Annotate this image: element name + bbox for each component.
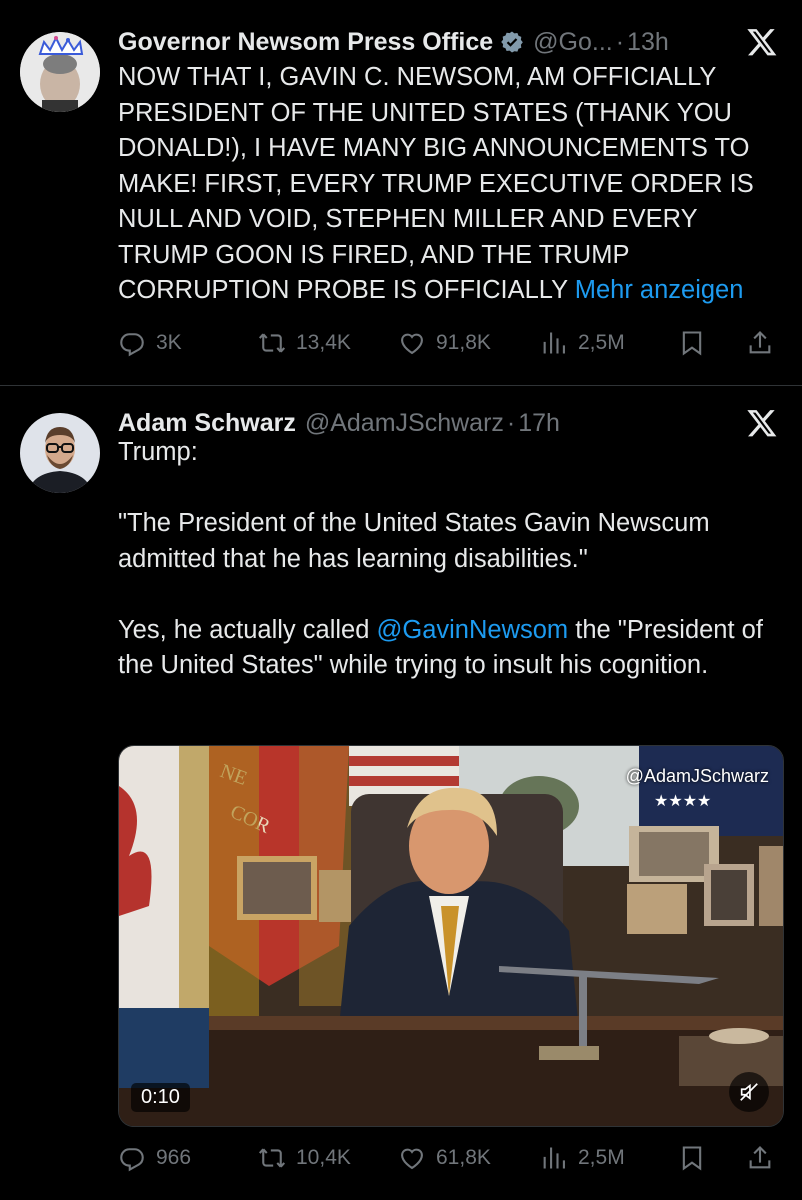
video-player[interactable]: NE COR ★★★★ xyxy=(118,745,784,1127)
reply-button[interactable]: 966 xyxy=(118,1141,191,1175)
retweet-icon xyxy=(258,333,286,353)
retweet-button[interactable]: 10,4K xyxy=(258,1141,351,1175)
mute-button[interactable] xyxy=(729,1072,769,1112)
views-icon xyxy=(543,332,565,354)
retweet-count: 10,4K xyxy=(296,1146,351,1169)
show-more-link[interactable]: Mehr anzeigen xyxy=(575,276,744,304)
tweet-adam-schwarz[interactable]: Adam Schwarz @AdamJSchwarz · 17h Trump: … xyxy=(0,387,802,1200)
avatar-adam-schwarz[interactable] xyxy=(20,413,100,493)
mute-icon xyxy=(740,1083,758,1101)
reply-button[interactable]: 3K xyxy=(118,326,182,360)
views-count: 2,5M xyxy=(578,331,625,354)
tweet-header: Governor Newsom Press Office @Go... · 13… xyxy=(118,22,778,62)
views-button[interactable]: 2,5M xyxy=(540,326,625,360)
retweet-icon xyxy=(258,1148,286,1168)
reply-icon xyxy=(120,333,144,357)
views-button[interactable]: 2,5M xyxy=(540,1141,625,1175)
like-count: 91,8K xyxy=(436,331,491,354)
reply-count: 966 xyxy=(156,1146,192,1169)
x-logo-icon xyxy=(746,26,778,58)
like-button[interactable]: 61,8K xyxy=(398,1141,491,1175)
video-watermark: @AdamJSchwarz xyxy=(625,766,769,786)
share-icon xyxy=(749,331,771,354)
author-name[interactable]: Governor Newsom Press Office xyxy=(118,28,493,57)
timestamp[interactable]: 13h xyxy=(627,28,669,57)
share-button[interactable] xyxy=(746,1141,774,1175)
tweet-text-part1: Trump: "The President of the United Stat… xyxy=(118,438,710,644)
share-button[interactable] xyxy=(746,326,774,360)
tweet-text-content: NOW THAT I, GAVIN C. NEWSOM, AM OFFICIAL… xyxy=(118,63,761,304)
action-bar: 966 10,4K 61,8K 2,5M xyxy=(118,1141,782,1175)
views-icon xyxy=(543,1147,565,1169)
retweet-button[interactable]: 13,4K xyxy=(258,326,351,360)
mention-link[interactable]: @GavinNewsom xyxy=(376,616,568,644)
video-duration: 0:10 xyxy=(131,1083,190,1112)
verified-badge-icon xyxy=(500,30,524,54)
author-name[interactable]: Adam Schwarz xyxy=(118,409,296,438)
reply-icon xyxy=(120,1148,144,1172)
views-count: 2,5M xyxy=(578,1146,625,1169)
like-icon xyxy=(401,333,423,355)
tweet-newsom-press-office[interactable]: Governor Newsom Press Office @Go... · 13… xyxy=(0,0,802,386)
bookmark-icon xyxy=(682,1146,702,1171)
video-frame: NE COR ★★★★ xyxy=(119,746,783,1126)
bookmark-button[interactable] xyxy=(678,326,706,360)
bookmark-icon xyxy=(682,331,702,356)
svg-text:★★★★: ★★★★ xyxy=(654,793,711,810)
separator-dot: · xyxy=(506,408,516,437)
tweet-text: NOW THAT I, GAVIN C. NEWSOM, AM OFFICIAL… xyxy=(118,60,778,309)
retweet-count: 13,4K xyxy=(296,331,351,354)
separator-dot: · xyxy=(615,27,625,56)
author-handle[interactable]: @Go... xyxy=(533,28,613,57)
avatar-newsom-press-office[interactable] xyxy=(20,32,100,112)
timestamp[interactable]: 17h xyxy=(518,409,560,438)
like-icon xyxy=(401,1148,423,1170)
like-button[interactable]: 91,8K xyxy=(398,326,491,360)
share-icon xyxy=(749,1146,771,1169)
tweet-text: Trump: "The President of the United Stat… xyxy=(118,435,778,684)
action-bar: 3K 13,4K 91,8K 2,5M xyxy=(118,326,782,360)
like-count: 61,8K xyxy=(436,1146,491,1169)
bookmark-button[interactable] xyxy=(678,1141,706,1175)
reply-count: 3K xyxy=(156,331,182,354)
author-handle[interactable]: @AdamJSchwarz xyxy=(305,409,504,438)
